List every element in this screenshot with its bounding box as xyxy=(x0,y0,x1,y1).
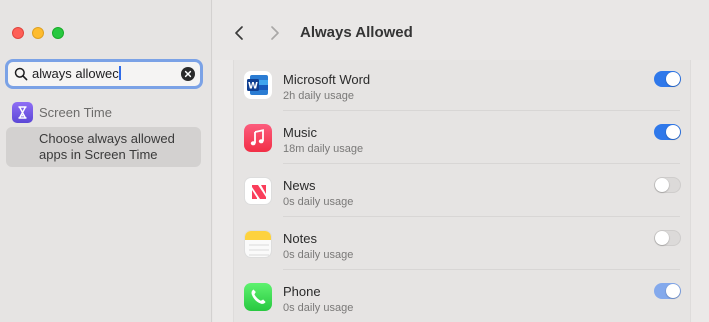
search-result-item[interactable]: Choose always allowed apps in Screen Tim… xyxy=(6,127,201,167)
sidebar: always allowec Screen Time Choose always… xyxy=(0,0,212,322)
allow-toggle[interactable] xyxy=(654,124,681,140)
toggle-knob xyxy=(666,72,680,86)
search-icon xyxy=(14,67,28,81)
main-pane: Always Allowed W Microsoft Word 2h daily… xyxy=(213,0,709,322)
app-list: W Microsoft Word 2h daily usage Music 18… xyxy=(233,60,691,322)
toggle-knob xyxy=(666,284,680,298)
app-row-notes: Notes 0s daily usage xyxy=(234,217,690,270)
search-result-line-2: apps in Screen Time xyxy=(39,147,158,162)
toggle-knob xyxy=(655,178,669,192)
phone-icon xyxy=(244,283,272,311)
clear-icon xyxy=(184,70,192,78)
toggle-knob xyxy=(666,125,680,139)
app-name: Phone xyxy=(283,284,321,299)
zoom-window-button[interactable] xyxy=(52,27,64,39)
allow-toggle[interactable] xyxy=(654,71,681,87)
back-button[interactable] xyxy=(231,24,247,42)
search-result-section: Screen Time xyxy=(12,102,112,123)
search-field[interactable]: always allowec xyxy=(5,59,203,89)
close-window-button[interactable] xyxy=(12,27,24,39)
allow-toggle xyxy=(654,283,681,299)
search-result-line-1: Choose always allowed xyxy=(39,131,175,146)
screen-time-icon xyxy=(12,102,33,123)
app-row-phone: Phone 0s daily usage xyxy=(234,270,690,322)
app-usage: 0s daily usage xyxy=(283,249,354,261)
clear-search-button[interactable] xyxy=(181,67,195,81)
window-controls xyxy=(12,27,64,39)
app-name: Microsoft Word xyxy=(283,72,371,87)
app-row-news: News 0s daily usage xyxy=(234,164,690,217)
music-icon xyxy=(244,124,272,152)
forward-button[interactable] xyxy=(267,24,283,42)
page-title: Always Allowed xyxy=(300,24,413,41)
allow-toggle[interactable] xyxy=(654,230,681,246)
notes-icon xyxy=(244,230,272,258)
app-name: Notes xyxy=(283,231,317,246)
app-usage: 0s daily usage xyxy=(283,302,354,314)
text-caret xyxy=(118,66,121,80)
news-icon xyxy=(244,177,272,205)
app-name: News xyxy=(283,178,316,193)
app-usage: 0s daily usage xyxy=(283,196,354,208)
svg-text:W: W xyxy=(248,82,258,92)
app-name: Music xyxy=(283,125,317,140)
toolbar: Always Allowed xyxy=(213,0,709,60)
microsoft-word-icon: W xyxy=(244,71,272,99)
app-row-music: Music 18m daily usage xyxy=(234,111,690,164)
toggle-knob xyxy=(655,231,669,245)
allow-toggle[interactable] xyxy=(654,177,681,193)
app-usage: 18m daily usage xyxy=(283,143,364,155)
app-usage: 2h daily usage xyxy=(283,90,354,102)
app-row-microsoft-word: W Microsoft Word 2h daily usage xyxy=(234,60,690,111)
search-result-section-label: Screen Time xyxy=(39,105,112,120)
minimize-window-button[interactable] xyxy=(32,27,44,39)
search-input[interactable]: always allowec xyxy=(32,66,121,82)
